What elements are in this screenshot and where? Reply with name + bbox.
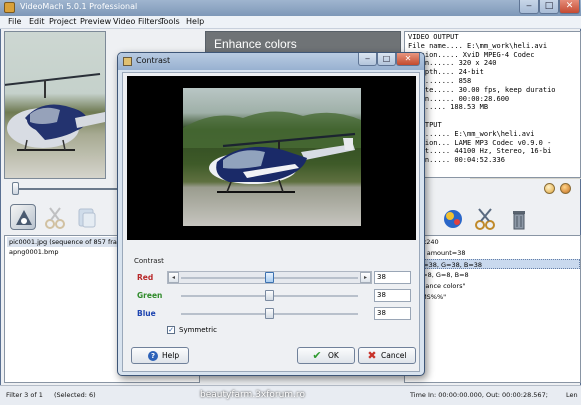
effects-icon[interactable] xyxy=(440,206,466,232)
contrast-dialog: Contrast ‒ □ ✕ Contrast Red ◂ ▸ 38 Green… xyxy=(117,52,425,376)
info-line: es......... 858 xyxy=(408,76,472,85)
close-icon: ✕ xyxy=(404,54,412,63)
checkmark-icon: ✔ xyxy=(312,349,322,362)
info-line: ression... LAME MP3 Codec v0.9.0 - xyxy=(408,138,552,147)
green-label: Green xyxy=(137,291,163,300)
menu-edit[interactable]: Edit xyxy=(29,17,45,26)
dialog-app-icon xyxy=(123,57,132,66)
add-files-icon[interactable] xyxy=(10,204,36,230)
copy-icon[interactable] xyxy=(74,205,100,231)
menu-file[interactable]: File xyxy=(8,17,21,26)
status-length: Len xyxy=(566,391,578,399)
source-preview xyxy=(4,31,106,179)
status-filter-count: Filter 3 of 1 xyxy=(6,391,43,399)
dialog-body: Contrast Red ◂ ▸ 38 Green 38 Blue 38 ✓ S… xyxy=(122,72,420,372)
blue-value-field[interactable]: 38 xyxy=(374,307,411,320)
green-slider[interactable] xyxy=(167,289,372,302)
maximize-icon: □ xyxy=(382,54,391,63)
red-slider[interactable]: ◂ ▸ xyxy=(167,271,372,284)
info-line: File name.... E:\mm_work\heli.avi xyxy=(408,41,548,50)
close-button[interactable]: ✕ xyxy=(559,0,580,14)
cancel-button[interactable]: ✖ Cancel xyxy=(358,347,416,364)
app-icon xyxy=(4,2,15,13)
info-line: ormat..... 44100 Hz, Stereo, 16-bi xyxy=(408,147,552,156)
contrast-preview-image xyxy=(183,88,361,226)
ok-button[interactable]: ✔ OK xyxy=(297,347,355,364)
dialog-minimize-button[interactable]: ‒ xyxy=(358,53,377,66)
enhance-title: Enhance colors xyxy=(214,37,297,51)
menu-project[interactable]: Project xyxy=(49,17,76,26)
green-slider-thumb[interactable] xyxy=(265,290,274,301)
menu-tools[interactable]: Tools xyxy=(160,17,180,26)
ok-label: OK xyxy=(328,351,339,360)
filter-list: 320x240 tion: amount=38 s: R=38, G=38, B… xyxy=(404,235,581,383)
cancel-icon: ✖ xyxy=(367,349,377,362)
red-slider-thumb[interactable] xyxy=(265,272,274,283)
info-line: r depth.... 24-bit xyxy=(408,68,484,77)
watermark-text: beautyfarm.3xforum.ro xyxy=(200,390,305,400)
filter-list-item[interactable]: s: R=38, G=38, B=38 xyxy=(407,259,580,269)
status-selected: (Selected: 6) xyxy=(54,391,96,399)
help-button[interactable]: ? Help xyxy=(131,347,189,364)
minimize-icon: ‒ xyxy=(364,54,371,63)
info-line: ation..... 00:04:52.336 xyxy=(408,156,505,165)
blue-slider-thumb[interactable] xyxy=(265,308,274,319)
stop-icon[interactable] xyxy=(560,183,571,194)
filter-list-item[interactable]: "Enhance colors" xyxy=(407,281,580,291)
help-icon: ? xyxy=(148,351,158,361)
dialog-close-button[interactable]: ✕ xyxy=(396,53,420,66)
red-label: Red xyxy=(137,273,154,282)
info-line: ression..... XviD MPEG-4 Codec xyxy=(408,50,535,59)
menu-help[interactable]: Help xyxy=(186,17,204,26)
minimize-button[interactable]: ‒ xyxy=(519,0,539,14)
info-line: O OUTPUT xyxy=(408,120,442,129)
contrast-preview-frame xyxy=(127,76,416,240)
blue-label: Blue xyxy=(137,309,156,318)
checkmark-icon: ✓ xyxy=(168,326,174,334)
info-line xyxy=(408,112,577,121)
filter-list-item[interactable]: 320x240 xyxy=(407,237,580,247)
cut-icon[interactable] xyxy=(42,205,68,231)
green-value-field[interactable]: 38 xyxy=(374,289,411,302)
contrast-group-label: Contrast xyxy=(134,257,164,265)
info-line: ution...... 320 x 240 xyxy=(408,59,497,68)
blue-slider[interactable] xyxy=(167,307,372,320)
maximize-icon: □ xyxy=(544,1,554,11)
info-line: VIDEO OUTPUT xyxy=(408,33,459,41)
scissors-icon[interactable] xyxy=(472,206,498,232)
dialog-maximize-button[interactable]: □ xyxy=(377,53,396,66)
maximize-button[interactable]: □ xyxy=(539,0,559,14)
info-line: ation...... 00:00:28.600 xyxy=(408,94,510,103)
cancel-label: Cancel xyxy=(381,351,407,360)
minimize-icon: ‒ xyxy=(526,1,532,11)
status-time-out: Out: 00:00:28.567; xyxy=(486,391,548,399)
main-title-bar[interactable]: VideoMach 5.0.1 Professional xyxy=(0,0,581,16)
menu-bar: File Edit Project Preview Video Filters … xyxy=(0,16,581,29)
helicopter-image xyxy=(5,73,105,151)
symmetric-label: Symmetric xyxy=(179,326,217,334)
info-line: ......... 188.53 MB xyxy=(408,103,489,112)
status-time-in: Time In: 00:00:00.000, xyxy=(410,391,484,399)
filter-list-item[interactable]: %HMS%%" xyxy=(407,292,580,302)
timeline-handle[interactable] xyxy=(12,182,19,195)
output-info-panel: VIDEO OUTPUT File name.... E:\mm_work\hel… xyxy=(404,31,581,178)
delete-icon[interactable] xyxy=(506,206,532,232)
menu-video-filters[interactable]: Video Filters xyxy=(113,17,162,26)
menu-preview[interactable]: Preview xyxy=(80,17,111,26)
info-line: name...... E:\mm_work\heli.avi xyxy=(408,129,535,138)
filter-list-item[interactable]: s: R=8, G=8, B=8 xyxy=(407,270,580,280)
close-icon: ✕ xyxy=(565,1,574,11)
red-increase-button[interactable]: ▸ xyxy=(360,272,371,283)
dialog-title: Contrast xyxy=(136,56,171,65)
help-label: Help xyxy=(162,351,180,360)
play-icon[interactable] xyxy=(544,183,555,194)
symmetric-checkbox[interactable]: ✓ xyxy=(167,326,175,334)
info-line: e rate..... 30.00 fps, keep duratio xyxy=(408,85,556,94)
window-title: VideoMach 5.0.1 Professional xyxy=(20,2,138,11)
red-decrease-button[interactable]: ◂ xyxy=(168,272,179,283)
red-value-field[interactable]: 38 xyxy=(374,271,411,284)
filter-list-item[interactable]: tion: amount=38 xyxy=(407,248,580,258)
